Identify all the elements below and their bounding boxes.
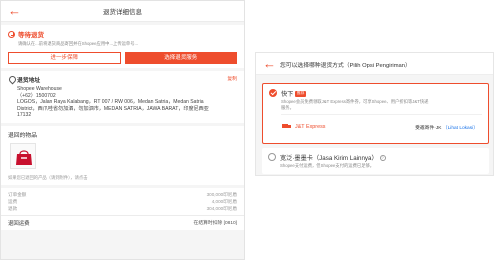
return-status-description: 请确认在...前将退货商品寄回并在Shopee应用中...上传运单号... <box>18 41 139 46</box>
return-details-panel: ← 退货详细信息 等待退货 请确认在...前将退货商品寄回并在Shopee应用中… <box>0 0 245 260</box>
divider <box>281 114 482 115</box>
summary-value: 300,000印尼盾 <box>206 191 237 197</box>
address-line: District，西爪哇省勿加泗，勿加泗市，MEDAN SATRIA，JAWA … <box>17 105 209 112</box>
summary-label: 运费 <box>8 198 18 204</box>
return-shipping-fee-value: 在结算时扣除 [0810] <box>193 220 237 226</box>
returned-items-note: 如果您已退回的产品（请到附件），请点击 <box>8 174 88 180</box>
address-line: LOGOS，Jalan Raya Kalabang，RT 007 / RW 00… <box>17 99 204 106</box>
summary-row: 运费 4,000印尼盾 <box>8 198 237 205</box>
location-pin-icon <box>8 76 14 83</box>
return-status-title: 等待退货 <box>18 32 44 39</box>
summary-label: 订单金额 <box>8 191 27 197</box>
choose-return-service-button[interactable]: 选择退货服务 <box>124 52 237 64</box>
copy-address-link[interactable]: 复制 <box>227 75 237 82</box>
return-shipping-fee-label: 退回运费 <box>8 220 30 227</box>
return-address-title: 退货地址 <box>17 78 41 84</box>
return-status-card: 等待退货 请确认在...前将退货商品寄回并在Shopee应用中...上传运单号.… <box>1 25 244 68</box>
recommended-badge: 推荐 <box>295 90 306 97</box>
return-address-card: 退货地址 复制 Shopee Warehouse （+62）1500702 LO… <box>1 71 244 123</box>
shipping-option-other[interactable]: 宽泛·墨墨卡（Jasa Kirim Lainnya） ? Shopee支付运费，… <box>262 148 489 174</box>
page-title: 退货详细信息 <box>103 9 142 16</box>
summary-value: 4,000印尼盾 <box>211 198 237 204</box>
summary-row: 订单金额 300,000印尼盾 <box>8 191 237 198</box>
option-title: 宽泛·墨墨卡（Jasa Kirim Lainnya） <box>280 155 378 162</box>
shipping-options-panel: ← 您可以选择哪种退货方式（Pilih Opsi Pengiriman） 快下 … <box>255 52 494 176</box>
returned-items-title: 退回的物品 <box>8 132 37 139</box>
view-location-link[interactable]: （Lihat Lokasi） <box>443 126 478 131</box>
help-icon[interactable]: ? <box>379 154 386 161</box>
option-description: Shopee支付运费，但Shopee支付的运费已足够。 <box>280 163 375 168</box>
shipping-options-header: ← 您可以选择哪种退货方式（Pilih Opsi Pengiriman） <box>256 53 493 75</box>
back-arrow-icon[interactable]: ← <box>263 56 276 72</box>
option-title: 快下 <box>281 91 294 98</box>
checkmark-selected-icon <box>269 89 277 97</box>
returned-items-card: 退回的物品 如果您已退回的产品（请到附件），请点击 <box>1 125 244 185</box>
address-line: （+62）1500702 <box>17 92 56 99</box>
option-description: Shopee会员免费领取J&T Express寄件券，可享Shopee、用户折扣… <box>281 99 429 110</box>
return-shipping-fee-row: 退回运费 在结算时扣除 [0810] <box>1 214 244 230</box>
product-thumbnail[interactable] <box>10 142 36 169</box>
summary-label: 退款 <box>8 205 18 211</box>
more-protection-button[interactable]: 进一步保障 <box>8 52 121 64</box>
refund-summary: 订单金额 300,000印尼盾 运费 4,000印尼盾 退款 304,000印尼… <box>1 187 244 215</box>
dropoff-location: 受邀寄件·JK （Lihat Lokasi） <box>415 124 478 131</box>
return-details-header: ← 退货详细信息 <box>1 1 244 22</box>
dropoff-location-label: 受邀寄件·JK <box>415 126 442 131</box>
summary-row: 退款 304,000印尼盾 <box>8 205 237 212</box>
clock-icon <box>8 30 15 38</box>
truck-icon <box>282 124 291 130</box>
handbag-icon <box>16 150 32 165</box>
address-line: 17132 <box>17 112 32 119</box>
address-line: Shopee Warehouse <box>17 86 62 92</box>
carrier-name: J&T Express <box>295 124 326 130</box>
shipping-option-pickup[interactable]: 快下 推荐 Shopee会员免费领取J&T Express寄件券，可享Shope… <box>262 83 489 144</box>
shipping-options-title: 您可以选择哪种退货方式（Pilih Opsi Pengiriman） <box>280 63 411 69</box>
radio-unselected-icon[interactable] <box>268 153 276 161</box>
summary-value: 304,000印尼盾 <box>206 205 237 211</box>
